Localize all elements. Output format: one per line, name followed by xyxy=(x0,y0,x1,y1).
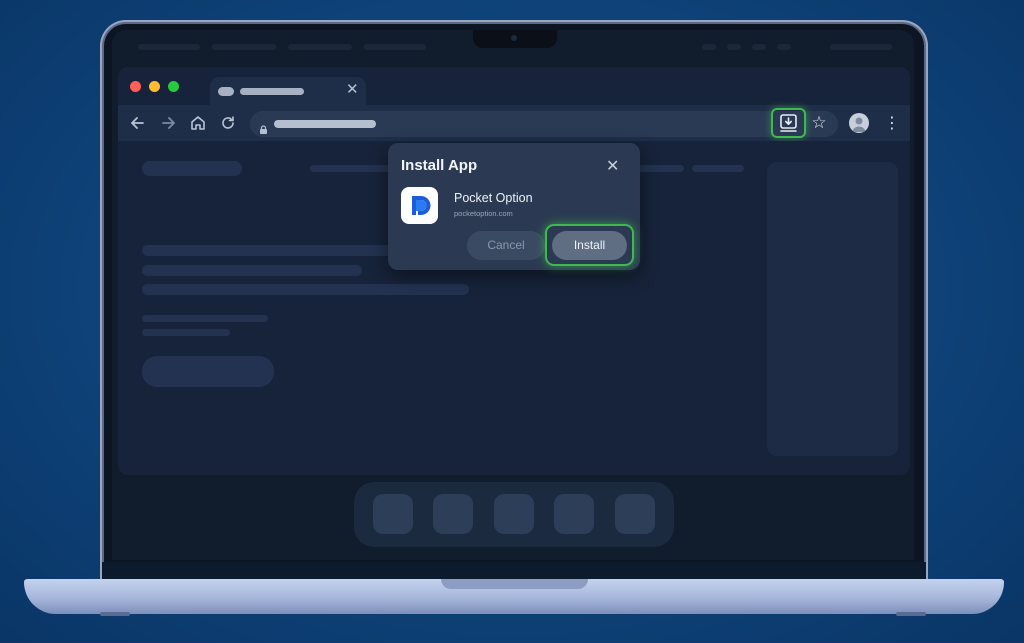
laptop-foot xyxy=(100,612,130,616)
tab-favicon xyxy=(218,87,234,96)
dock-app-icon[interactable] xyxy=(433,494,473,534)
home-icon[interactable] xyxy=(188,113,208,133)
skeleton-line xyxy=(142,315,268,322)
skeleton-nav xyxy=(310,165,390,172)
more-menu-icon[interactable]: ⋮ xyxy=(884,113,900,133)
laptop-hinge xyxy=(102,562,926,580)
skeleton-nav xyxy=(636,165,684,172)
tab-close-icon[interactable]: ✕ xyxy=(346,81,359,97)
maximize-window-button[interactable] xyxy=(168,81,179,92)
forward-arrow-icon[interactable] xyxy=(158,113,178,133)
reload-icon[interactable] xyxy=(218,113,238,133)
skeleton-nav xyxy=(692,165,744,172)
bookmark-star-icon[interactable]: ☆ xyxy=(808,113,830,133)
browser-window: ✕ ☆ ⋮ xyxy=(118,67,910,475)
lock-icon[interactable] xyxy=(259,119,268,134)
dock-app-icon[interactable] xyxy=(373,494,413,534)
menubar-status-icon[interactable] xyxy=(702,44,716,50)
dialog-title: Install App xyxy=(401,157,478,174)
menubar-status-icon[interactable] xyxy=(727,44,741,50)
skeleton-line xyxy=(142,329,230,336)
dock-app-icon[interactable] xyxy=(554,494,594,534)
menubar-item[interactable] xyxy=(364,44,426,50)
skeleton-side-panel xyxy=(767,162,898,456)
app-logo-icon xyxy=(401,187,438,224)
menubar-status-icon[interactable] xyxy=(777,44,791,50)
install-app-icon[interactable] xyxy=(771,108,806,138)
menubar-item[interactable] xyxy=(212,44,276,50)
cancel-button[interactable]: Cancel xyxy=(467,231,545,260)
profile-avatar[interactable] xyxy=(849,113,869,133)
menubar-clock xyxy=(830,44,892,50)
skeleton-line xyxy=(142,284,469,295)
dock-app-icon[interactable] xyxy=(615,494,655,534)
menubar-item[interactable] xyxy=(138,44,200,50)
back-arrow-icon[interactable] xyxy=(128,113,148,133)
skeleton-logo xyxy=(142,161,242,176)
menubar-status-icon[interactable] xyxy=(752,44,766,50)
app-url: pocketoption.com xyxy=(454,209,513,218)
minimize-window-button[interactable] xyxy=(149,81,160,92)
dock-app-icon[interactable] xyxy=(494,494,534,534)
laptop-foot xyxy=(896,612,926,616)
skeleton-button xyxy=(142,356,274,387)
skeleton-line xyxy=(142,265,362,276)
tab-title-placeholder xyxy=(240,88,304,95)
url-placeholder xyxy=(274,120,376,128)
close-icon[interactable]: ✕ xyxy=(606,157,619,175)
camera xyxy=(511,35,517,41)
app-name: Pocket Option xyxy=(454,191,533,205)
skeleton-line xyxy=(142,245,396,256)
close-window-button[interactable] xyxy=(130,81,141,92)
laptop-thumb-notch xyxy=(441,579,588,589)
install-button[interactable]: Install xyxy=(552,231,627,260)
menubar-item[interactable] xyxy=(288,44,352,50)
